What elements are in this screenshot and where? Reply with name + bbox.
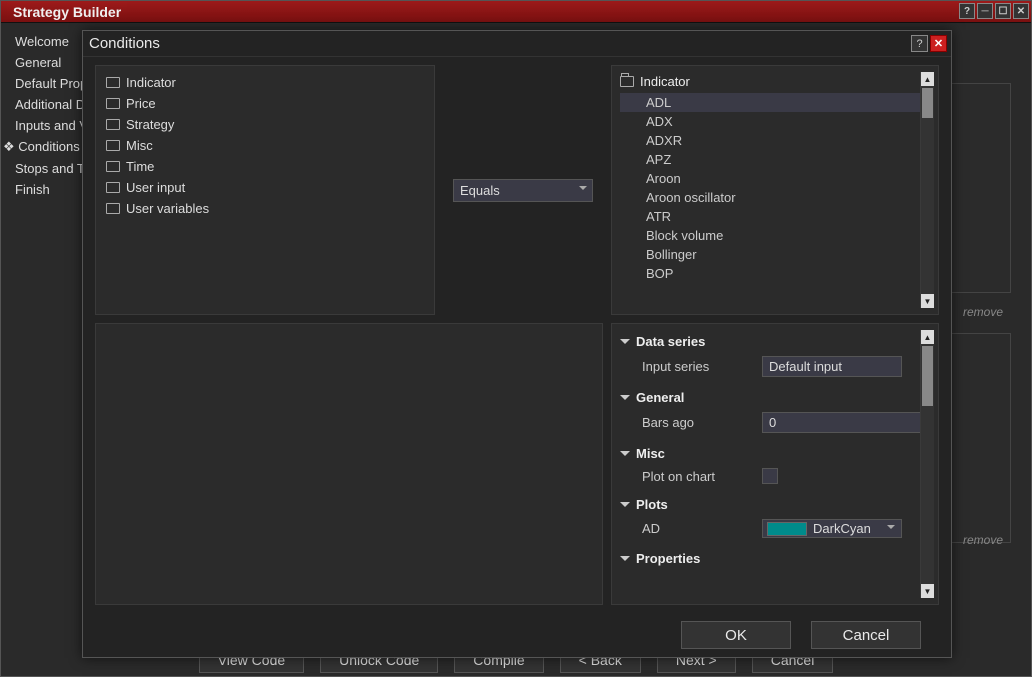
help-button[interactable]: ?: [959, 3, 975, 19]
value-input-series[interactable]: Default input: [762, 356, 902, 377]
section-misc[interactable]: Misc: [620, 442, 916, 465]
operator-dropdown[interactable]: Equals: [453, 179, 593, 202]
properties-panel: Data series Input series Default input G…: [611, 323, 939, 605]
checkbox-plot-on-chart[interactable]: [762, 468, 778, 484]
indicator-adxr[interactable]: ADXR: [620, 131, 920, 150]
dialog-help-button[interactable]: ?: [911, 35, 928, 52]
minimize-button[interactable]: ─: [977, 3, 993, 19]
cancel-button[interactable]: Cancel: [811, 621, 921, 649]
wizard-sidebar: Welcome General Default Properties Addit…: [1, 23, 83, 676]
scroll-up-icon[interactable]: ▲: [921, 330, 934, 344]
indicator-atr[interactable]: ATR: [620, 207, 920, 226]
indicator-folder[interactable]: Indicator: [620, 72, 920, 93]
folder-icon: [106, 119, 120, 130]
maximize-button[interactable]: ☐: [995, 3, 1011, 19]
color-swatch-icon: [767, 522, 807, 536]
folder-icon: [106, 98, 120, 109]
sidebar-item-general[interactable]: General: [1, 52, 83, 73]
dialog-close-button[interactable]: ✕: [930, 35, 947, 52]
tree-time[interactable]: Time: [104, 156, 426, 177]
chevron-down-icon: [620, 395, 630, 405]
chevron-down-icon: [620, 556, 630, 566]
section-general[interactable]: General: [620, 386, 916, 409]
dialog-titlebar: Conditions ? ✕: [83, 31, 951, 57]
sidebar-item-conditions[interactable]: Conditions: [1, 136, 83, 158]
ok-button[interactable]: OK: [681, 621, 791, 649]
close-window-button[interactable]: ✕: [1013, 3, 1029, 19]
label-input-series: Input series: [642, 359, 752, 374]
sidebar-item-defaults[interactable]: Default Properties: [1, 73, 83, 94]
titlebar: Strategy Builder ? ─ ☐ ✕: [1, 1, 1031, 23]
tree-user-input[interactable]: User input: [104, 177, 426, 198]
indicator-adl[interactable]: ADL: [620, 93, 920, 112]
folder-open-icon: [620, 76, 634, 87]
tree-strategy[interactable]: Strategy: [104, 114, 426, 135]
dialog-title: Conditions: [89, 35, 160, 52]
label-bars-ago: Bars ago: [642, 415, 752, 430]
folder-icon: [106, 161, 120, 172]
indicator-bollinger[interactable]: Bollinger: [620, 245, 920, 264]
tree-user-variables[interactable]: User variables: [104, 198, 426, 219]
indicator-aroon-osc[interactable]: Aroon oscillator: [620, 188, 920, 207]
indicator-block-volume[interactable]: Block volume: [620, 226, 920, 245]
folder-icon: [106, 140, 120, 151]
right-tree-scrollbar[interactable]: ▲ ▼: [920, 72, 934, 308]
sidebar-item-additional[interactable]: Additional Data: [1, 94, 83, 115]
chevron-down-icon: [620, 339, 630, 349]
value-ad-color[interactable]: DarkCyan: [762, 519, 902, 538]
section-properties[interactable]: Properties: [620, 547, 916, 570]
window-title: Strategy Builder: [7, 2, 127, 22]
folder-icon: [106, 182, 120, 193]
indicator-apz[interactable]: APZ: [620, 150, 920, 169]
scroll-down-icon[interactable]: ▼: [921, 584, 934, 598]
folder-icon: [106, 203, 120, 214]
properties-scrollbar[interactable]: ▲ ▼: [920, 330, 934, 598]
value-bars-ago[interactable]: [762, 412, 920, 433]
sidebar-item-inputs[interactable]: Inputs and Variables: [1, 115, 83, 136]
tree-misc[interactable]: Misc: [104, 135, 426, 156]
conditions-dialog: Conditions ? ✕ Indicator Price Strategy …: [82, 30, 952, 658]
tree-indicator[interactable]: Indicator: [104, 72, 426, 93]
label-ad: AD: [642, 521, 752, 536]
left-tree-panel: Indicator Price Strategy Misc Time User …: [95, 65, 435, 315]
section-plots[interactable]: Plots: [620, 493, 916, 516]
remove-link-1[interactable]: remove: [963, 305, 1003, 319]
right-tree-panel: Indicator ADL ADX ADXR APZ Aroon Aroon o…: [611, 65, 939, 315]
tree-price[interactable]: Price: [104, 93, 426, 114]
folder-icon: [106, 77, 120, 88]
scroll-down-icon[interactable]: ▼: [921, 294, 934, 308]
remove-link-2[interactable]: remove: [963, 533, 1003, 547]
sidebar-item-stops[interactable]: Stops and Targets: [1, 158, 83, 179]
chevron-down-icon: [620, 451, 630, 461]
section-data-series[interactable]: Data series: [620, 330, 916, 353]
indicator-bop[interactable]: BOP: [620, 264, 920, 283]
operator-panel: Equals: [443, 65, 603, 315]
indicator-adx[interactable]: ADX: [620, 112, 920, 131]
sidebar-item-welcome[interactable]: Welcome: [1, 31, 83, 52]
chevron-down-icon: [620, 502, 630, 512]
indicator-aroon[interactable]: Aroon: [620, 169, 920, 188]
preview-panel: [95, 323, 603, 605]
label-plot-on-chart: Plot on chart: [642, 469, 752, 484]
sidebar-item-finish[interactable]: Finish: [1, 179, 83, 200]
scroll-up-icon[interactable]: ▲: [921, 72, 934, 86]
dialog-footer: OK Cancel: [83, 613, 951, 657]
